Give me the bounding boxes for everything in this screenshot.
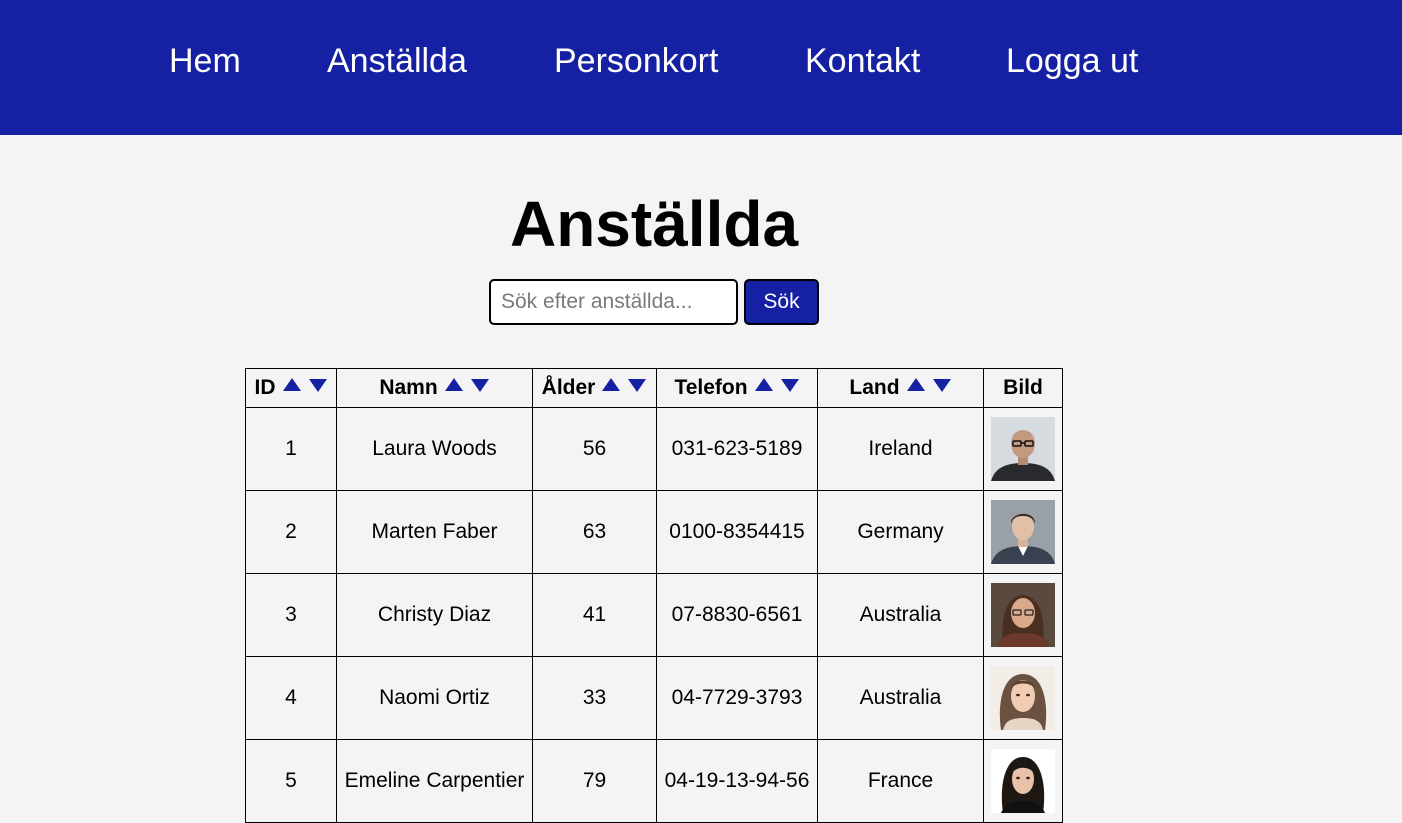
employees-table: ID Namn Ålder Telefon Land Bild 1 Laura … — [245, 368, 1063, 823]
cell-country: Australia — [817, 573, 984, 657]
cell-name: Laura Woods — [336, 407, 533, 491]
cell-country: Ireland — [817, 407, 984, 491]
cell-phone: 04-19-13-94-56 — [656, 739, 818, 823]
column-header-namn: Namn — [336, 368, 533, 408]
sort-ascending-icon[interactable] — [906, 377, 926, 393]
cell-photo — [983, 490, 1063, 574]
column-header-bild: Bild — [983, 368, 1063, 408]
nav-link-anstallda[interactable]: Anställda — [327, 41, 467, 81]
nav-link-hem[interactable]: Hem — [169, 41, 241, 81]
sort-ascending-icon[interactable] — [444, 377, 464, 393]
column-header-label: Ålder — [541, 376, 596, 399]
cell-phone: 07-8830-6561 — [656, 573, 818, 657]
column-header-label: Bild — [1003, 376, 1043, 399]
sort-descending-icon[interactable] — [308, 377, 328, 393]
employee-photo — [991, 666, 1055, 730]
cell-country: Australia — [817, 656, 984, 740]
table-row: 4 Naomi Ortiz 33 04-7729-3793 Australia — [245, 656, 1063, 740]
cell-age: 63 — [532, 490, 657, 574]
cell-age: 33 — [532, 656, 657, 740]
column-header-alder: Ålder — [532, 368, 657, 408]
cell-age: 41 — [532, 573, 657, 657]
sort-descending-icon[interactable] — [780, 377, 800, 393]
nav-link-personkort[interactable]: Personkort — [554, 41, 718, 81]
cell-phone: 0100-8354415 — [656, 490, 818, 574]
column-header-telefon: Telefon — [656, 368, 818, 408]
sort-ascending-icon[interactable] — [282, 377, 302, 393]
column-header-label: Land — [849, 376, 900, 399]
search-input[interactable] — [489, 279, 738, 325]
sort-descending-icon[interactable] — [470, 377, 490, 393]
cell-phone: 04-7729-3793 — [656, 656, 818, 740]
cell-id: 2 — [245, 490, 337, 574]
cell-age: 79 — [532, 739, 657, 823]
table-row: 5 Emeline Carpentier 79 04-19-13-94-56 F… — [245, 739, 1063, 823]
column-header-label: ID — [254, 376, 276, 399]
cell-age: 56 — [532, 407, 657, 491]
table-row: 3 Christy Diaz 41 07-8830-6561 Australia — [245, 573, 1063, 657]
sort-ascending-icon[interactable] — [754, 377, 774, 393]
sort-descending-icon[interactable] — [932, 377, 952, 393]
employee-photo — [991, 417, 1055, 481]
sort-descending-icon[interactable] — [627, 377, 647, 393]
sort-ascending-icon[interactable] — [601, 377, 621, 393]
nav-link-kontakt[interactable]: Kontakt — [805, 41, 920, 81]
column-header-id: ID — [245, 368, 337, 408]
cell-name: Emeline Carpentier — [336, 739, 533, 823]
cell-name: Christy Diaz — [336, 573, 533, 657]
cell-id: 4 — [245, 656, 337, 740]
cell-name: Naomi Ortiz — [336, 656, 533, 740]
cell-photo — [983, 656, 1063, 740]
search-button[interactable]: Sök — [744, 279, 819, 325]
cell-name: Marten Faber — [336, 490, 533, 574]
cell-photo — [983, 739, 1063, 823]
cell-id: 3 — [245, 573, 337, 657]
nav-link-logga-ut[interactable]: Logga ut — [1006, 41, 1138, 81]
table-row: 1 Laura Woods 56 031-623-5189 Ireland — [245, 407, 1063, 491]
employee-photo — [991, 500, 1055, 564]
cell-id: 5 — [245, 739, 337, 823]
cell-photo — [983, 573, 1063, 657]
employee-photo — [991, 749, 1055, 813]
cell-phone: 031-623-5189 — [656, 407, 818, 491]
top-navigation-bar: Hem Anställda Personkort Kontakt Logga u… — [0, 0, 1402, 135]
column-header-label: Namn — [379, 376, 438, 399]
table-row: 2 Marten Faber 63 0100-8354415 Germany — [245, 490, 1063, 574]
column-header-label: Telefon — [674, 376, 748, 399]
cell-country: Germany — [817, 490, 984, 574]
cell-id: 1 — [245, 407, 337, 491]
table-header-row: ID Namn Ålder Telefon Land Bild — [245, 368, 1063, 408]
column-header-land: Land — [817, 368, 984, 408]
cell-photo — [983, 407, 1063, 491]
employee-photo — [991, 583, 1055, 647]
page-title: Anställda — [509, 188, 799, 260]
cell-country: France — [817, 739, 984, 823]
